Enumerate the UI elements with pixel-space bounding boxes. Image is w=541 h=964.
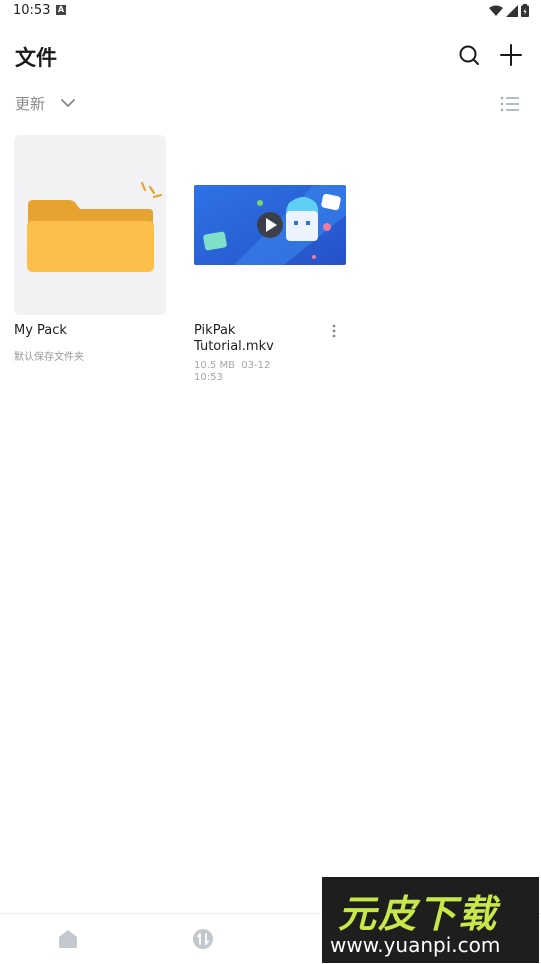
plus-icon — [500, 44, 522, 66]
folder-thumbnail — [14, 135, 166, 315]
nav-home[interactable] — [56, 927, 80, 951]
folder-subtitle: 默认保存文件夹 — [14, 352, 84, 363]
list-view-button[interactable] — [500, 95, 520, 113]
system-icons — [489, 4, 529, 17]
status-bar: 10:53 A — [0, 0, 541, 24]
list-icon — [500, 96, 519, 112]
search-icon — [459, 45, 479, 65]
file-size: 10.5 MB — [194, 360, 235, 371]
home-icon — [59, 930, 77, 948]
search-button[interactable] — [456, 42, 482, 68]
sort-dropdown[interactable] — [60, 95, 76, 111]
add-button[interactable] — [498, 42, 524, 68]
folder-icon — [27, 181, 163, 272]
status-time: 10:53 — [13, 3, 51, 18]
sort-label[interactable]: 更新 — [15, 93, 45, 114]
file-card-video[interactable]: PikPak Tutorial.mkv 10.5 MB 03-12 10:53 — [194, 135, 346, 384]
file-name: My Pack — [14, 323, 67, 338]
more-options-button[interactable] — [330, 323, 338, 339]
file-card-folder[interactable]: My Pack 默认保存文件夹 — [14, 135, 166, 363]
file-name: PikPak Tutorial.mkv — [194, 323, 274, 354]
video-preview-image — [194, 185, 346, 265]
sort-row: 更新 — [0, 92, 541, 116]
file-meta: 10.5 MB 03-12 10:53 — [194, 360, 284, 384]
watermark-title: 元皮下载 — [338, 892, 499, 936]
watermark-logo: 元皮下载 www.yuanpi.com — [322, 877, 539, 963]
chevron-down-icon — [61, 99, 75, 107]
page-title: 文件 — [15, 46, 57, 70]
watermark-url: www.yuanpi.com — [330, 933, 501, 957]
wifi-icon — [489, 5, 503, 16]
transfer-icon — [193, 929, 213, 949]
notification-icon: A — [56, 5, 66, 15]
video-thumbnail — [194, 135, 346, 315]
app-header: 文件 — [0, 36, 541, 76]
more-vertical-icon — [332, 324, 336, 338]
battery-icon — [521, 4, 529, 17]
signal-icon — [506, 4, 518, 17]
nav-transfer[interactable] — [191, 927, 215, 951]
